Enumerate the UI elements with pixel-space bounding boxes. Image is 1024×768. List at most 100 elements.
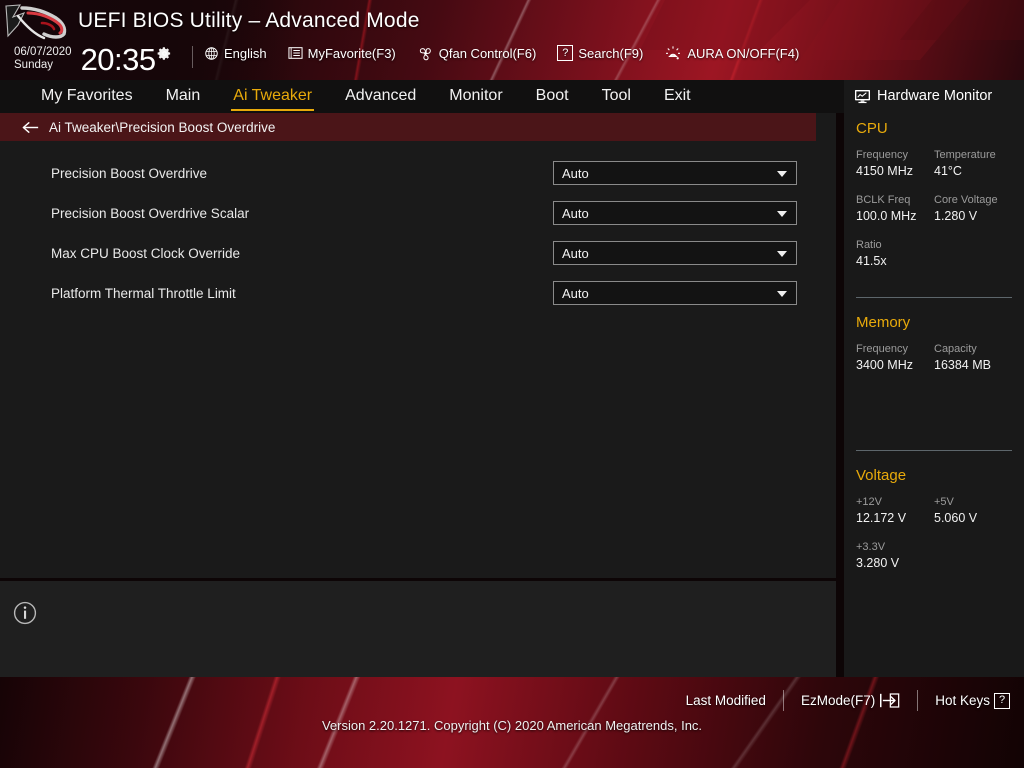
hw-section-memory: Memory Frequency 3400 MHz Capacity 16384… [856,314,1012,451]
settings-list: Precision Boost Overdrive Auto Precision… [0,153,836,313]
hotkeys-label: Hot Keys [935,693,990,708]
tab-exit[interactable]: Exit [664,87,691,107]
hw-entry: Frequency 4150 MHz [856,148,934,180]
last-modified-label: Last Modified [685,693,766,708]
hw-key: Frequency [856,149,908,161]
hardware-monitor-panel: Hardware Monitor CPU Frequency 4150 MHz … [844,80,1024,677]
qfan-label: Qfan Control(F6) [438,45,537,61]
setting-row[interactable]: Precision Boost Overdrive Scalar Auto [0,193,836,233]
hotkeys-button[interactable]: Hot Keys ? [935,692,1010,709]
hw-value: 41°C [934,164,962,178]
aura-toggle-button[interactable]: AURA ON/OFF(F4) [664,45,799,61]
rog-logo-icon [5,4,67,40]
hw-value: 41.5x [856,254,887,268]
tab-ai-tweaker[interactable]: Ai Tweaker [231,87,314,111]
hw-key: Core Voltage [934,194,998,206]
hw-key: Ratio [856,239,882,251]
info-circle-icon[interactable] [13,601,37,625]
ezmode-button[interactable]: EzMode(F7) [801,693,900,708]
hw-entry: +5V 5.060 V [934,495,1012,527]
hw-entry: Core Voltage 1.280 V [934,193,1012,225]
search-button[interactable]: ? Search(F9) [557,45,643,61]
tab-main[interactable]: Main [166,87,201,107]
header-actions: English MyFavorite(F3) Qfan Control(F6) … [204,45,820,61]
hw-entry: Ratio 41.5x [856,238,1012,270]
aura-label: AURA ON/OFF(F4) [687,45,800,61]
page-title: UEFI BIOS Utility – Advanced Mode [78,9,420,32]
aura-lamp-icon [666,46,681,60]
footer-divider [917,690,919,711]
list-icon [288,47,303,59]
hw-key: BCLK Freq [856,194,911,206]
setting-row[interactable]: Platform Thermal Throttle Limit Auto [0,273,836,313]
language-button[interactable]: English [204,46,267,61]
max-cpu-boost-clock-override-dropdown[interactable]: Auto [553,241,797,265]
dropdown-value: Auto [562,165,589,181]
hw-section-voltage: Voltage +12V 12.172 V +5V 5.060 V +3.3V … [856,467,1012,585]
hw-key: +3.3V [856,541,886,553]
date-text: 06/07/2020 [14,46,72,58]
help-panel [0,581,836,677]
dropdown-value: Auto [562,285,589,301]
hw-section-cpu: CPU Frequency 4150 MHz Temperature 41°C … [856,120,1012,298]
chevron-down-icon [777,291,787,297]
hardware-monitor-label: Hardware Monitor [877,88,993,104]
precision-boost-overdrive-dropdown[interactable]: Auto [553,161,797,185]
search-label: Search(F9) [578,45,644,61]
day-text: Sunday [14,59,54,71]
footer-divider [782,690,784,711]
tab-my-favorites[interactable]: My Favorites [41,87,133,107]
hw-value: 4150 MHz [856,164,913,178]
chevron-down-icon [777,171,787,177]
main-content-panel: Ai Tweaker\Precision Boost Overdrive Pre… [0,113,836,578]
footer-actions: Last Modified EzMode(F7) Hot Keys ? [686,690,1010,711]
hw-section-title: Voltage [856,467,907,484]
tab-boot[interactable]: Boot [536,87,569,107]
tab-advanced[interactable]: Advanced [345,87,416,107]
hw-value: 16384 MB [934,358,991,372]
hw-key: Temperature [934,149,996,161]
setting-label: Platform Thermal Throttle Limit [51,285,236,301]
tab-monitor[interactable]: Monitor [449,87,502,107]
hw-value: 12.172 V [856,511,907,525]
platform-thermal-throttle-limit-dropdown[interactable]: Auto [553,281,797,305]
header-bar: UEFI BIOS Utility – Advanced Mode 06/07/… [0,0,1024,80]
hardware-monitor-title: Hardware Monitor [844,80,1024,104]
setting-row[interactable]: Max CPU Boost Clock Override Auto [0,233,836,273]
fan-icon [419,47,431,60]
hw-entry: Frequency 3400 MHz [856,342,934,374]
chevron-down-icon [777,211,787,217]
gear-icon[interactable] [157,46,172,61]
setting-label: Precision Boost Overdrive [51,165,208,181]
hw-key: Frequency [856,343,908,355]
breadcrumb-path: Ai Tweaker\Precision Boost Overdrive [49,119,276,135]
ezmode-label: EzMode(F7) [800,693,876,708]
last-modified-button[interactable]: Last Modified [686,693,766,708]
exit-arrow-icon [880,693,900,708]
precision-boost-overdrive-scalar-dropdown[interactable]: Auto [553,201,797,225]
hw-key: +5V [934,496,954,508]
footer-bar: Last Modified EzMode(F7) Hot Keys ? Vers… [0,677,1024,768]
myfavorite-button[interactable]: MyFavorite(F3) [288,46,396,61]
qfan-control-button[interactable]: Qfan Control(F6) [417,45,537,61]
dropdown-value: Auto [562,245,589,261]
hw-key: +12V [856,496,882,508]
breadcrumb[interactable]: Ai Tweaker\Precision Boost Overdrive [0,113,816,141]
question-box-icon: ? [557,45,574,61]
language-label: English [224,45,267,61]
hw-section-title: CPU [856,120,888,137]
arrow-left-icon[interactable] [22,121,39,134]
hw-divider [856,450,1012,451]
chevron-down-icon [777,251,787,257]
hw-section-title: Memory [856,314,911,331]
datetime-block: 06/07/2020 Sunday 20:35 [14,44,172,75]
time-text: 20:35 [80,42,157,77]
hw-entry: BCLK Freq 100.0 MHz [856,193,934,225]
setting-row[interactable]: Precision Boost Overdrive Auto [0,153,836,193]
monitor-chart-icon [854,89,871,103]
tab-tool[interactable]: Tool [602,87,631,107]
hw-value: 100.0 MHz [856,209,917,223]
hw-value: 1.280 V [934,209,978,223]
bios-screen: UEFI BIOS Utility – Advanced Mode 06/07/… [0,0,1024,768]
hw-entry: Temperature 41°C [934,148,1012,180]
